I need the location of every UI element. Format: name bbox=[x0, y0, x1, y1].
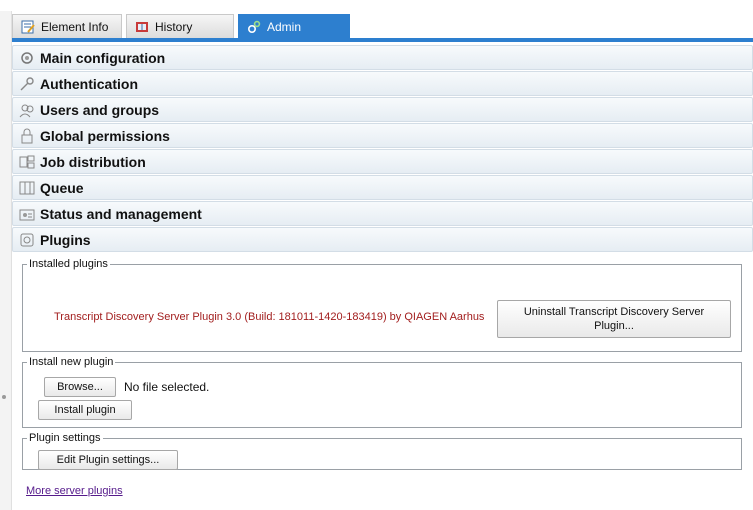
section-label: Global permissions bbox=[40, 128, 170, 144]
tab-underline bbox=[12, 38, 753, 42]
fieldset-legend: Install new plugin bbox=[29, 356, 114, 368]
section-plugins[interactable]: Plugins bbox=[12, 227, 753, 252]
section-label: Status and management bbox=[40, 206, 202, 222]
lock-icon bbox=[21, 128, 33, 144]
tab-admin[interactable]: Admin bbox=[238, 14, 350, 38]
installed-plugin-name: Transcript Discovery Server Plugin 3.0 (… bbox=[54, 311, 485, 323]
status-icon bbox=[19, 209, 35, 221]
left-gutter bbox=[0, 11, 12, 510]
tab-element-info[interactable]: Element Info bbox=[12, 14, 122, 38]
admin-gear-icon bbox=[247, 20, 261, 34]
section-main-configuration[interactable]: Main configuration bbox=[12, 45, 753, 70]
section-queue[interactable]: Queue bbox=[12, 175, 753, 200]
button-label-line1: Uninstall Transcript Discovery Server bbox=[523, 306, 705, 318]
button-label-line2: Plugin... bbox=[594, 320, 634, 332]
tab-history[interactable]: History bbox=[126, 14, 234, 38]
section-label: Authentication bbox=[40, 76, 138, 92]
admin-sections: Main configuration Authentication Users … bbox=[12, 45, 753, 253]
browse-button[interactable]: Browse... bbox=[44, 377, 116, 397]
section-job-distribution[interactable]: Job distribution bbox=[12, 149, 753, 174]
section-label: Users and groups bbox=[40, 102, 160, 118]
main-config-icon bbox=[21, 52, 33, 64]
section-label: Queue bbox=[40, 180, 84, 196]
tab-label: Admin bbox=[267, 20, 302, 34]
queue-icon bbox=[19, 181, 35, 195]
section-global-permissions[interactable]: Global permissions bbox=[12, 123, 753, 148]
fieldset-legend: Installed plugins bbox=[29, 258, 108, 270]
section-label: Main configuration bbox=[40, 50, 166, 66]
tab-label: History bbox=[155, 20, 193, 34]
top-border bbox=[0, 0, 753, 11]
fieldset-legend: Plugin settings bbox=[29, 432, 101, 444]
users-icon bbox=[19, 104, 34, 118]
element-info-icon bbox=[21, 20, 35, 34]
section-status-and-management[interactable]: Status and management bbox=[12, 201, 753, 226]
uninstall-plugin-button[interactable]: Uninstall Transcript Discovery Server Pl… bbox=[497, 300, 731, 338]
tab-label: Element Info bbox=[41, 20, 109, 34]
section-users-and-groups[interactable]: Users and groups bbox=[12, 97, 753, 122]
key-icon bbox=[20, 77, 34, 91]
job-distribution-icon bbox=[19, 155, 35, 169]
gutter-marker bbox=[2, 395, 6, 399]
section-label: Plugins bbox=[40, 232, 91, 248]
install-plugin-button[interactable]: Install plugin bbox=[38, 400, 132, 420]
section-authentication[interactable]: Authentication bbox=[12, 71, 753, 96]
file-status: No file selected. bbox=[124, 380, 210, 394]
edit-plugin-settings-button[interactable]: Edit Plugin settings... bbox=[38, 450, 178, 470]
plugin-icon bbox=[20, 233, 34, 247]
history-icon bbox=[136, 22, 148, 32]
more-server-plugins-link[interactable]: More server plugins bbox=[26, 485, 123, 497]
tab-bar: Element Info History Admin bbox=[12, 14, 753, 38]
section-label: Job distribution bbox=[40, 154, 146, 170]
